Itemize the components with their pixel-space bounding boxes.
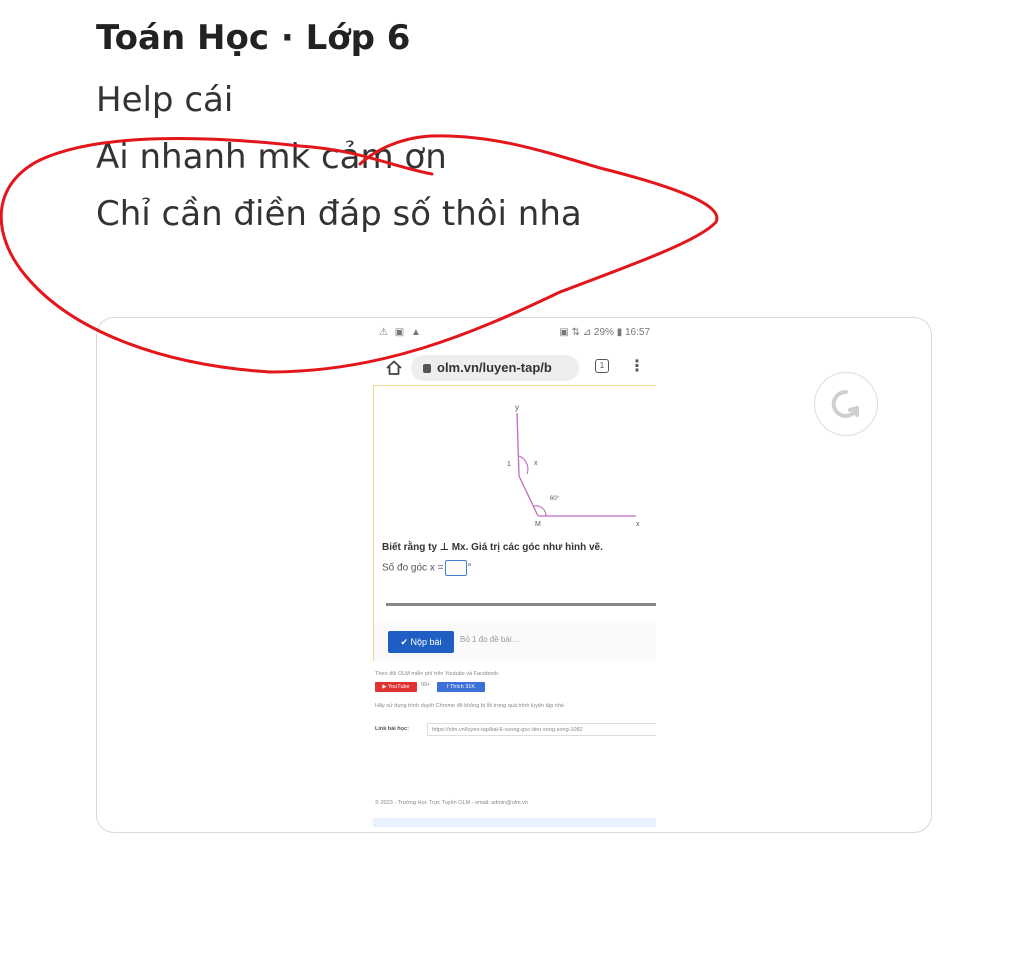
answer-line: Số đo góc x = ° (382, 560, 471, 576)
label-angle-x: x (534, 460, 538, 467)
youtube-button[interactable]: ▶ YouTube (375, 682, 417, 692)
post-title[interactable]: Toán Học · Lớp 6 (96, 16, 582, 60)
youtube-count: 99+ (421, 682, 431, 688)
exercise-box: y 1 x 60° M x Biết rằng ty ⊥ Mx. Giá trị… (373, 385, 656, 661)
label-m: M (535, 521, 541, 528)
label-x: x (636, 521, 640, 528)
attachment-image[interactable]: ⚠ ▣ ▲ ▣ ⇅ ⊿ 29% ▮ 16:57 olm.vn/luyen-tap… (373, 322, 656, 827)
answer-label: Số đo góc x = (382, 562, 444, 574)
label-angle-degree: 60° (550, 496, 560, 502)
facebook-like-button[interactable]: f Thích 31K (437, 682, 485, 692)
red-ellipse-annotation (0, 134, 719, 374)
problem-text: Biết rằng ty ⊥ Mx. Giá trị các góc như h… (382, 542, 603, 553)
footer-strip (373, 818, 656, 827)
link-label: Link bài học: (375, 726, 409, 732)
chrome-note: Hãy sử dụng trình duyệt Chrome để không … (375, 703, 564, 709)
footer-note: © 2023 - Trường Học Trực Tuyến OLM - ema… (375, 800, 528, 806)
answer-unit: ° (467, 562, 472, 574)
divider (386, 603, 656, 606)
lesson-link-field[interactable]: https://olm.vn/luyen-tap/bai-6-vuong-goc… (427, 723, 656, 736)
rotate-button[interactable] (814, 372, 878, 436)
submit-strip: ✔ Nộp bài Bỏ 1 đo đề bài… (374, 623, 656, 661)
answer-input[interactable] (445, 560, 468, 576)
rotate-icon (831, 389, 859, 418)
label-y: y (515, 403, 519, 412)
skip-text: Bỏ 1 đo đề bài… (460, 635, 520, 644)
label-angle-1: 1 (507, 461, 511, 468)
follow-note: Theo dõi OLM miễn phí trên Youtube và Fa… (375, 671, 500, 677)
submit-button[interactable]: ✔ Nộp bài (388, 631, 454, 653)
geometry-figure: y 1 x 60° M x (507, 403, 640, 528)
